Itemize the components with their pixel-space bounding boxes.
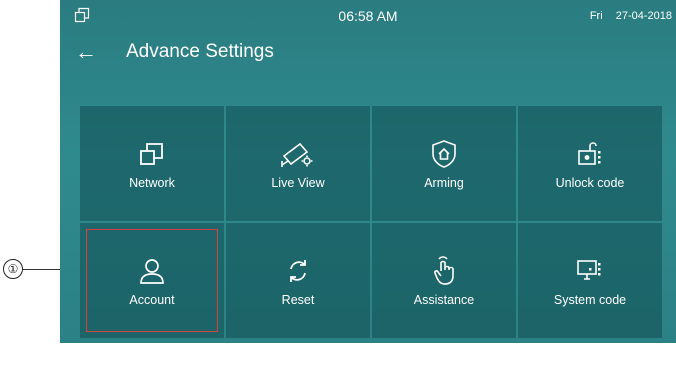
- page-title: Advance Settings: [126, 41, 274, 62]
- tile-label: Account: [129, 293, 175, 307]
- settings-grid: Network Live View Arming Unlock code Acc…: [80, 106, 662, 338]
- shield-home-icon: [424, 134, 464, 174]
- tile-label: System code: [553, 293, 627, 307]
- tile-assistance[interactable]: Assistance: [372, 223, 516, 338]
- left-arrow-icon: ←: [75, 39, 97, 64]
- tile-label: Arming: [424, 176, 464, 190]
- tile-label: Network: [129, 176, 175, 190]
- system-code-icon: [570, 251, 610, 291]
- tile-label: Reset: [281, 293, 315, 307]
- unlock-code-icon: [570, 134, 610, 174]
- status-bar: 06:58 AM Fri 27-04-2018: [60, 0, 676, 32]
- tap-hand-icon: [424, 251, 464, 291]
- camera-icon: [278, 134, 318, 174]
- status-day: Fri: [589, 10, 603, 22]
- tile-label: Assistance: [413, 293, 475, 307]
- network-icon: [132, 134, 172, 174]
- tile-label: Unlock code: [555, 176, 625, 190]
- device-screen: 06:58 AM Fri 27-04-2018 ← Advance Settin…: [60, 0, 676, 343]
- tile-unlock-code[interactable]: Unlock code: [518, 106, 662, 221]
- tile-arming[interactable]: Arming: [372, 106, 516, 221]
- tile-label: Live View: [271, 176, 325, 190]
- user-icon: [132, 251, 172, 291]
- callout-number: ①: [3, 259, 23, 279]
- tile-live-view[interactable]: Live View: [226, 106, 370, 221]
- back-button[interactable]: ←: [72, 38, 100, 66]
- tile-network[interactable]: Network: [80, 106, 224, 221]
- tile-reset[interactable]: Reset: [226, 223, 370, 338]
- tile-system-code[interactable]: System code: [518, 223, 662, 338]
- status-date: 27-04-2018: [615, 10, 672, 22]
- status-date-group: Fri 27-04-2018: [580, 10, 672, 22]
- page-header: ← Advance Settings: [60, 34, 676, 70]
- reset-icon: [278, 251, 318, 291]
- tile-account[interactable]: Account: [80, 223, 224, 338]
